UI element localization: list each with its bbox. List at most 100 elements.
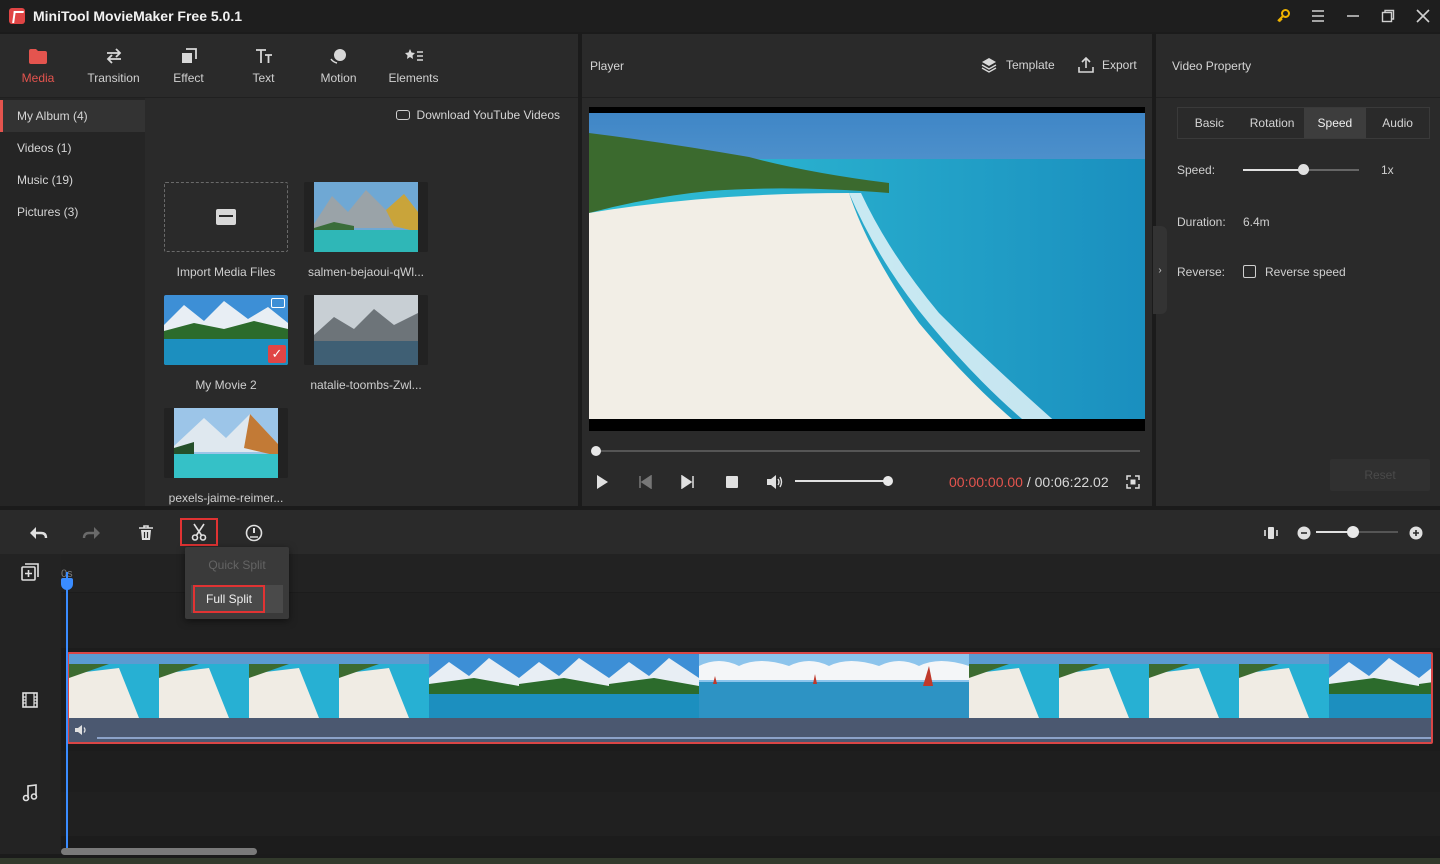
property-title: Video Property bbox=[1172, 59, 1252, 73]
zoom-slider[interactable] bbox=[1316, 526, 1398, 538]
video-clip[interactable] bbox=[67, 652, 1433, 744]
import-folder-icon bbox=[216, 209, 236, 225]
media-item-label: Import Media Files bbox=[176, 265, 276, 279]
tab-effect-label: Effect bbox=[173, 71, 204, 85]
clip-frame-beach bbox=[1149, 654, 1239, 718]
delete-icon[interactable] bbox=[135, 522, 157, 544]
title-bar: MiniTool MovieMaker Free 5.0.1 bbox=[0, 0, 1440, 32]
clip-frame-lake bbox=[519, 654, 609, 718]
video-track-film-icon bbox=[21, 691, 39, 709]
next-frame-icon[interactable] bbox=[679, 473, 697, 491]
clip-frame-beach bbox=[1059, 654, 1149, 718]
property-tabs: Basic Rotation Speed Audio bbox=[1177, 107, 1430, 139]
tab-media[interactable]: Media bbox=[0, 34, 76, 98]
time-separator: / bbox=[1022, 474, 1035, 490]
activate-key-icon[interactable] bbox=[1265, 0, 1300, 32]
motion-icon bbox=[329, 47, 348, 65]
stop-icon[interactable] bbox=[723, 473, 741, 491]
split-button[interactable] bbox=[180, 518, 218, 546]
clip-frame-beach bbox=[159, 654, 249, 718]
zoom-in-icon[interactable] bbox=[1405, 522, 1427, 544]
reset-button[interactable]: Reset bbox=[1330, 459, 1430, 491]
menu-icon[interactable] bbox=[1300, 0, 1335, 32]
media-item-label: salmen-bejaoui-qWl... bbox=[307, 265, 425, 279]
audio-track-2[interactable] bbox=[61, 792, 1440, 836]
media-item-salmen[interactable]: salmen-bejaoui-qWl... bbox=[304, 182, 428, 279]
album-list: My Album (4) Videos (1) Music (19) Pictu… bbox=[0, 98, 145, 506]
tab-motion[interactable]: Motion bbox=[301, 34, 376, 98]
add-track-icon[interactable] bbox=[21, 563, 39, 581]
clip-frame-lake bbox=[1329, 654, 1419, 718]
clip-frame-beach bbox=[339, 654, 429, 718]
audio-track-1[interactable] bbox=[61, 751, 1440, 792]
tab-text[interactable]: Text bbox=[226, 34, 301, 98]
media-tabs: Media Transition Effect Text Motion Elem… bbox=[0, 34, 578, 98]
media-item-my-movie[interactable]: ✓ My Movie 2 bbox=[164, 295, 288, 392]
clip-frame-lake bbox=[1419, 654, 1431, 718]
zoom-slider-knob[interactable] bbox=[1347, 526, 1359, 538]
media-thumbnail[interactable] bbox=[304, 295, 428, 365]
close-icon[interactable] bbox=[1405, 0, 1440, 32]
playhead-line[interactable] bbox=[66, 572, 68, 852]
speed-label: Speed: bbox=[1177, 163, 1216, 177]
export-icon bbox=[1078, 57, 1094, 73]
template-button[interactable]: Template bbox=[981, 57, 1055, 73]
music-track-icon bbox=[21, 784, 39, 802]
media-thumbnail[interactable] bbox=[164, 408, 288, 478]
app-title: MiniTool MovieMaker Free 5.0.1 bbox=[33, 8, 243, 24]
menu-item-full-split[interactable]: Full Split bbox=[191, 585, 283, 613]
album-item-videos[interactable]: Videos (1) bbox=[0, 132, 145, 164]
tab-rotation[interactable]: Rotation bbox=[1241, 108, 1304, 138]
reverse-speed-checkbox[interactable]: Reverse speed bbox=[1243, 265, 1346, 279]
previous-frame-icon[interactable] bbox=[636, 473, 654, 491]
maximize-icon[interactable] bbox=[1370, 0, 1405, 32]
tab-effect[interactable]: Effect bbox=[151, 34, 226, 98]
zoom-out-icon[interactable] bbox=[1293, 522, 1315, 544]
full-split-label[interactable]: Full Split bbox=[193, 585, 265, 613]
album-item-my-album[interactable]: My Album (4) bbox=[0, 100, 145, 132]
tab-speed[interactable]: Speed bbox=[1303, 108, 1367, 138]
transition-icon bbox=[105, 47, 123, 65]
volume-slider[interactable] bbox=[795, 476, 893, 486]
menu-item-quick-split: Quick Split bbox=[208, 558, 266, 572]
reverse-checkbox-box[interactable] bbox=[1243, 265, 1256, 278]
fit-timeline-icon[interactable] bbox=[1260, 522, 1282, 544]
album-item-music[interactable]: Music (19) bbox=[0, 164, 145, 196]
import-media-box[interactable] bbox=[164, 182, 288, 252]
album-item-pictures[interactable]: Pictures (3) bbox=[0, 196, 145, 228]
tab-motion-label: Motion bbox=[320, 71, 357, 85]
tab-basic[interactable]: Basic bbox=[1178, 108, 1241, 138]
play-icon[interactable] bbox=[593, 473, 611, 491]
seek-bar[interactable] bbox=[591, 446, 1140, 456]
tab-elements[interactable]: Elements bbox=[376, 34, 451, 98]
media-thumbnail[interactable] bbox=[304, 182, 428, 252]
speed-slider[interactable] bbox=[1243, 164, 1359, 175]
export-button[interactable]: Export bbox=[1078, 57, 1137, 73]
undo-icon[interactable] bbox=[27, 522, 49, 544]
timeline-horizontal-scrollbar[interactable] bbox=[61, 848, 257, 855]
minimize-icon[interactable] bbox=[1335, 0, 1370, 32]
playhead-handle[interactable] bbox=[61, 578, 73, 590]
clip-frame-sea bbox=[879, 654, 969, 718]
tab-audio[interactable]: Audio bbox=[1366, 108, 1429, 138]
media-item-natalie[interactable]: natalie-toombs-Zwl... bbox=[304, 295, 428, 392]
tab-transition[interactable]: Transition bbox=[76, 34, 151, 98]
fullscreen-icon[interactable] bbox=[1124, 473, 1142, 491]
redo-icon[interactable] bbox=[81, 522, 103, 544]
media-item-label: pexels-jaime-reimer... bbox=[168, 491, 284, 505]
tab-elements-label: Elements bbox=[388, 71, 439, 85]
media-thumbnail[interactable]: ✓ bbox=[164, 295, 288, 365]
media-item-import[interactable]: Import Media Files bbox=[164, 182, 288, 279]
seek-knob[interactable] bbox=[591, 446, 601, 456]
speed-gauge-icon[interactable] bbox=[243, 522, 265, 544]
clip-volume-icon[interactable] bbox=[74, 724, 88, 736]
media-item-pexels[interactable]: pexels-jaime-reimer... bbox=[164, 408, 288, 505]
speed-slider-knob[interactable] bbox=[1298, 164, 1309, 175]
download-youtube-link[interactable]: Download YouTube Videos bbox=[395, 108, 560, 122]
clip-frame-beach bbox=[1239, 654, 1329, 718]
volume-icon[interactable] bbox=[766, 473, 784, 491]
volume-knob[interactable] bbox=[883, 476, 893, 486]
clip-frame-lake bbox=[429, 654, 519, 718]
download-youtube-label: Download YouTube Videos bbox=[416, 108, 560, 122]
collapse-panel-chevron-icon[interactable]: › bbox=[1153, 226, 1167, 314]
